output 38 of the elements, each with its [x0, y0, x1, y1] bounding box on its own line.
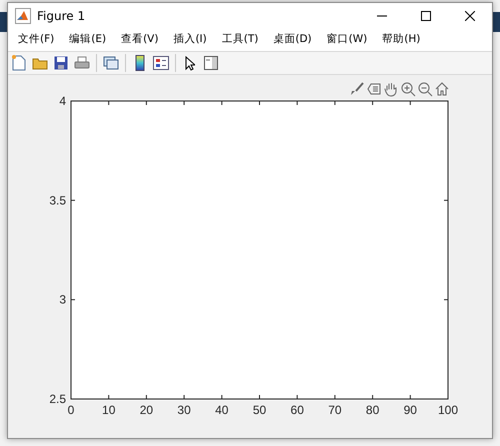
x-tick-label: 80 — [366, 403, 380, 417]
figure-link-icon[interactable] — [102, 54, 120, 72]
x-tick-label: 20 — [140, 403, 154, 417]
brush-icon[interactable] — [349, 81, 365, 97]
menu-item[interactable]: 编辑(E) — [63, 32, 112, 48]
new-file-icon[interactable] — [10, 54, 28, 72]
x-tick-label: 40 — [215, 403, 228, 417]
legend-icon[interactable] — [152, 54, 170, 72]
menu-item[interactable]: 窗口(W) — [320, 32, 374, 48]
menu-item[interactable]: 桌面(D) — [267, 32, 318, 48]
x-tick-label: 50 — [252, 403, 266, 417]
menu-item[interactable]: 工具(T) — [216, 32, 264, 48]
y-tick-label: 4 — [59, 94, 66, 108]
save-icon[interactable] — [52, 54, 70, 72]
y-tick-label: 2.5 — [49, 392, 66, 406]
x-tick-label: 10 — [102, 403, 116, 417]
close-icon[interactable] — [465, 11, 475, 21]
y-tick-label: 3.5 — [49, 193, 66, 208]
window-title: Figure 1 — [37, 8, 86, 25]
x-tick-label: 60 — [290, 403, 304, 417]
y-tick-label: 3 — [59, 292, 66, 307]
zoom-in-icon[interactable] — [400, 81, 416, 97]
x-tick-label: 90 — [404, 403, 417, 417]
home-icon[interactable] — [434, 81, 450, 97]
menu-item[interactable]: 查看(V) — [115, 32, 164, 48]
app-icon — [15, 8, 31, 24]
menu-item[interactable]: 帮助(H) — [376, 32, 426, 48]
x-tick-label: 70 — [328, 403, 342, 417]
menu-item[interactable]: 插入(I) — [167, 32, 213, 48]
x-tick-label: 0 — [68, 403, 74, 417]
x-tick-label: 30 — [177, 403, 191, 417]
zoom-out-icon[interactable] — [417, 81, 433, 97]
menu-item[interactable]: 文件(F) — [12, 32, 60, 48]
maximize-icon[interactable] — [421, 11, 431, 21]
x-tick-label: 100 — [438, 403, 458, 417]
property-editor-icon[interactable] — [202, 54, 220, 72]
data-tip-icon[interactable] — [366, 81, 382, 97]
pan-hand-icon[interactable] — [383, 81, 399, 97]
